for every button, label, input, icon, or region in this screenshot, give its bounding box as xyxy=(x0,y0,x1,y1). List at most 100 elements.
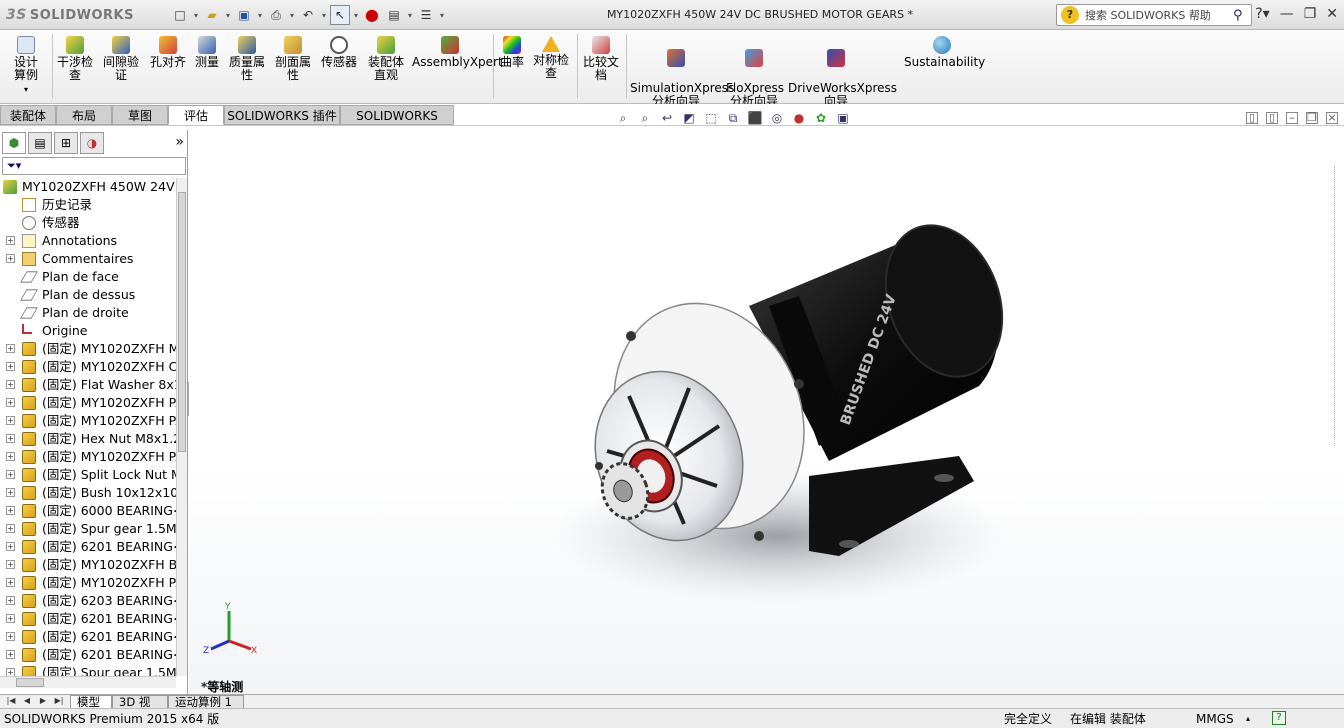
assemblyxpert-button[interactable]: AssemblyXpert xyxy=(412,36,503,69)
expand-toggle-icon[interactable]: + xyxy=(6,632,15,641)
graphics-area[interactable]: BRUSHED DC 24V Y X Z *等轴测 xyxy=(189,126,1344,694)
prev-tab-nav-icon[interactable]: ◀ xyxy=(20,696,34,708)
expand-toggle-icon[interactable]: + xyxy=(6,452,15,461)
expand-toggle-icon[interactable]: + xyxy=(6,524,15,533)
viewport-splitter[interactable] xyxy=(1334,166,1344,446)
property-manager-tab-icon[interactable]: ▤ xyxy=(28,132,52,154)
undo-dropdown-icon[interactable]: ▾ xyxy=(320,5,328,25)
view-settings-icon[interactable]: ▣ xyxy=(834,110,852,126)
section-view-icon[interactable]: ◩ xyxy=(680,110,698,126)
tree-item[interactable]: + (固定) 6201 BEARING< xyxy=(0,538,176,556)
zoom-to-fit-icon[interactable]: ⌕ xyxy=(614,110,632,126)
configuration-manager-tab-icon[interactable]: ⊞ xyxy=(54,132,78,154)
tree-item[interactable]: + (固定) MY1020ZXFH M( xyxy=(0,340,176,358)
sensor-button[interactable]: 传感器 xyxy=(318,36,360,69)
expand-toggle-icon[interactable]: + xyxy=(6,542,15,551)
expand-toggle-icon[interactable]: + xyxy=(6,236,15,245)
expand-toggle-icon[interactable]: + xyxy=(6,434,15,443)
expand-toggle-icon[interactable]: + xyxy=(6,416,15,425)
tree-item[interactable]: + (固定) 6000 BEARING< xyxy=(0,502,176,520)
tree-item[interactable]: Plan de dessus xyxy=(0,286,176,304)
compare-documents-button[interactable]: 比较文档 xyxy=(580,36,622,82)
expand-toggle-icon[interactable]: + xyxy=(6,614,15,623)
display-manager-tab-icon[interactable]: ◑ xyxy=(80,132,104,154)
tab-solidworks-mbd[interactable]: SOLIDWORKS MBD xyxy=(340,105,454,143)
interference-detection-button[interactable]: 干涉检查 xyxy=(56,36,94,82)
help-icon[interactable]: ? xyxy=(1272,711,1286,725)
unit-system-selector[interactable]: MMGS xyxy=(1196,709,1234,728)
tree-item[interactable]: + (固定) Spur gear 1.5M xyxy=(0,664,176,676)
previous-view-icon[interactable]: ↩ xyxy=(658,110,676,126)
expand-toggle-icon[interactable]: + xyxy=(6,596,15,605)
viewport-link-icon[interactable]: ▯ xyxy=(1266,112,1278,124)
tree-item[interactable]: Plan de face xyxy=(0,268,176,286)
viewport-close-icon[interactable]: × xyxy=(1326,112,1338,124)
tab-solidworks-addins[interactable]: SOLIDWORKS 插件 xyxy=(224,105,340,125)
tree-item[interactable]: + (固定) Spur gear 1.5M xyxy=(0,520,176,538)
units-dropdown-icon[interactable]: ▴ xyxy=(1246,709,1250,728)
tree-item[interactable]: + (固定) Split Lock Nut M xyxy=(0,466,176,484)
file-properties-icon[interactable]: ▤ xyxy=(384,5,404,25)
clearance-verification-button[interactable]: 间隙验证 xyxy=(100,36,142,82)
tree-item[interactable]: Origine xyxy=(0,322,176,340)
tab-layout[interactable]: 布局 xyxy=(56,105,112,125)
new-document-icon[interactable]: □ xyxy=(170,5,190,25)
tree-item[interactable]: + (固定) Bush 10x12x10< xyxy=(0,484,176,502)
tree-item[interactable]: + Commentaires xyxy=(0,250,176,268)
hide-show-items-icon[interactable]: ◎ xyxy=(768,110,786,126)
curvature-button[interactable]: 曲率 xyxy=(498,36,526,69)
scrollbar-thumb[interactable] xyxy=(16,678,44,687)
expand-toggle-icon[interactable]: + xyxy=(6,344,15,353)
file-props-dropdown-icon[interactable]: ▾ xyxy=(406,5,414,25)
tree-item[interactable]: + (固定) MY1020ZXFH Bo xyxy=(0,556,176,574)
expand-toggle-icon[interactable]: + xyxy=(6,560,15,569)
undo-icon[interactable]: ↶ xyxy=(298,5,318,25)
tree-item[interactable]: 历史记录 xyxy=(0,196,176,214)
expand-toggle-icon[interactable]: + xyxy=(6,398,15,407)
tab-assembly[interactable]: 装配体 xyxy=(0,105,56,125)
feature-tree-filter[interactable]: ⏷▾ xyxy=(2,157,186,175)
expand-toggle-icon[interactable]: + xyxy=(6,650,15,659)
options-dropdown-icon[interactable]: ▾ xyxy=(438,5,446,25)
close-icon[interactable]: ✕ xyxy=(1326,6,1338,22)
tab-evaluate[interactable]: 评估 xyxy=(168,105,224,125)
tree-item[interactable]: 传感器 xyxy=(0,214,176,232)
expand-toggle-icon[interactable]: + xyxy=(6,470,15,479)
expand-toggle-icon[interactable]: + xyxy=(6,668,15,676)
view-orientation-icon[interactable]: ⧉ xyxy=(724,110,742,126)
options-icon[interactable]: ☰ xyxy=(416,5,436,25)
tree-root[interactable]: MY1020ZXFH 450W 24V D xyxy=(0,178,176,196)
assembly-visualization-button[interactable]: 装配体直观 xyxy=(364,36,408,82)
help-search-input[interactable]: 搜索 SOLIDWORKS 帮助 xyxy=(1085,7,1233,23)
next-tab-nav-icon[interactable]: ▶ xyxy=(36,696,50,708)
tree-item[interactable]: + (固定) MY1020ZXFH PA xyxy=(0,448,176,466)
print-dropdown-icon[interactable]: ▾ xyxy=(288,5,296,25)
select-cursor-icon[interactable]: ↖ xyxy=(330,5,350,25)
select-dropdown-icon[interactable]: ▾ xyxy=(352,5,360,25)
expand-toggle-icon[interactable]: + xyxy=(6,362,15,371)
help-menu-icon[interactable]: ?▾ xyxy=(1255,6,1269,22)
print-icon[interactable]: ⎙ xyxy=(266,5,286,25)
tree-item[interactable]: Plan de droite xyxy=(0,304,176,322)
viewport-split-icon[interactable]: ▯ xyxy=(1246,112,1258,124)
tab-model[interactable]: 模型 xyxy=(70,695,112,709)
restore-icon[interactable]: ❐ xyxy=(1304,6,1317,22)
save-dropdown-icon[interactable]: ▾ xyxy=(256,5,264,25)
help-search-box[interactable]: ? 搜索 SOLIDWORKS 帮助 ⚲ xyxy=(1056,4,1252,26)
tab-motion-study[interactable]: 运动算例 1 xyxy=(168,695,244,709)
rebuild-icon[interactable]: ⬤ xyxy=(362,5,382,25)
open-dropdown-icon[interactable]: ▾ xyxy=(224,5,232,25)
tree-item[interactable]: + Annotations xyxy=(0,232,176,250)
zoom-to-area-icon[interactable]: ⌕ xyxy=(636,110,654,126)
driveworksxpress-button[interactable]: DriveWorksXpress 向导 xyxy=(788,36,897,108)
viewport-restore-icon[interactable]: ❐ xyxy=(1306,112,1318,124)
tree-item[interactable]: + (固定) 6203 BEARING< xyxy=(0,592,176,610)
hole-alignment-button[interactable]: 孔对齐 xyxy=(148,36,188,69)
mass-properties-button[interactable]: 质量属性 xyxy=(226,36,268,82)
expand-toggle-icon[interactable]: + xyxy=(6,506,15,515)
new-dropdown-icon[interactable]: ▾ xyxy=(192,5,200,25)
tree-item[interactable]: + (固定) 6201 BEARING< xyxy=(0,628,176,646)
search-icon[interactable]: ⚲ xyxy=(1233,8,1251,23)
tab-3d-views[interactable]: 3D 视图 xyxy=(112,695,168,722)
sustainability-button[interactable]: Sustainability xyxy=(904,36,985,69)
